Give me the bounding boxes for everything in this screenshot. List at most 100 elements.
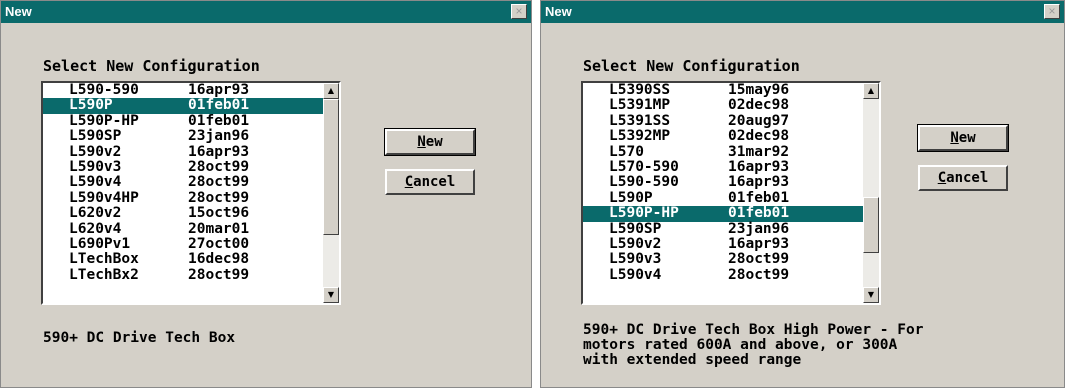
configuration-description: 590+ DC Drive Tech Box High Power - For …	[583, 322, 924, 368]
scroll-up-icon[interactable]: ▲	[323, 83, 339, 99]
new-button-label: New	[950, 130, 976, 146]
config-name: L590v3	[609, 251, 662, 268]
config-name: L590v2	[69, 143, 122, 160]
dialog-title: New	[5, 4, 32, 19]
list-item[interactable]: LTechBox 16dec98	[43, 251, 323, 268]
config-name: L590v4	[69, 174, 122, 191]
select-config-label: Select New Configuration	[43, 57, 260, 75]
config-date: 28oct99	[728, 266, 790, 283]
list-item[interactable]: L5391SS 20aug97	[583, 112, 863, 129]
config-date: 23jan96	[728, 220, 790, 237]
config-date: 16apr93	[728, 174, 790, 191]
config-name: LTechBx2	[69, 266, 139, 283]
config-date: 27oct00	[188, 235, 250, 252]
cancel-button-label: Cancel	[404, 174, 456, 190]
new-button-label: New	[417, 134, 443, 150]
title-bar[interactable]: New ×	[1, 1, 531, 23]
config-name: L590-590	[69, 83, 139, 98]
config-date: 01feb01	[728, 205, 790, 222]
config-date: 16apr93	[728, 235, 790, 252]
cancel-button-label: Cancel	[937, 170, 989, 186]
configuration-listbox[interactable]: L5390SS 15may96 L5391MP 02dec98 L5391SS 20aug…	[581, 81, 881, 305]
config-date: 20aug97	[728, 112, 790, 129]
list-item[interactable]: L5391MP 02dec98	[583, 97, 863, 114]
config-name: L570	[609, 143, 644, 160]
list-item[interactable]: L590-590 16apr93	[583, 174, 863, 191]
scrollbar-thumb[interactable]	[863, 197, 879, 253]
list-item[interactable]: L590v3 28oct99	[583, 251, 863, 268]
config-date: 31mar92	[728, 143, 790, 160]
list-item[interactable]: LTechBx2 28oct99	[43, 266, 323, 283]
list-item[interactable]: L590SP 23jan96	[583, 220, 863, 237]
config-date: 16apr93	[188, 143, 250, 160]
config-date: 28oct99	[188, 189, 250, 206]
scroll-up-icon[interactable]: ▲	[863, 83, 879, 99]
cancel-button[interactable]: Cancel	[918, 165, 1008, 191]
config-name: L590SP	[69, 128, 122, 145]
config-name: L620v2	[69, 205, 122, 222]
list-item[interactable]: L590v3 28oct99	[43, 158, 323, 175]
vertical-scrollbar[interactable]: ▲ ▼	[323, 83, 339, 303]
select-config-label: Select New Configuration	[583, 57, 800, 75]
close-icon[interactable]: ×	[1044, 4, 1060, 19]
config-date: 20mar01	[188, 220, 250, 237]
title-bar[interactable]: New ×	[541, 1, 1064, 23]
scroll-down-icon[interactable]: ▼	[863, 287, 879, 303]
list-item[interactable]: L590v2 16apr93	[43, 143, 323, 160]
config-date: 28oct99	[728, 251, 790, 268]
list-item[interactable]: L590v2 16apr93	[583, 235, 863, 252]
list-item[interactable]: L590SP 23jan96	[43, 128, 323, 145]
config-name: L590v4	[609, 266, 662, 283]
config-date: 15oct96	[188, 205, 250, 222]
config-date: 02dec98	[728, 128, 790, 145]
scrollbar-thumb[interactable]	[323, 99, 339, 235]
config-date: 02dec98	[728, 97, 790, 114]
list-item[interactable]: L590v4 28oct99	[43, 174, 323, 191]
vertical-scrollbar[interactable]: ▲ ▼	[863, 83, 879, 303]
new-config-dialog-right: New × Select New Configuration L5390SS 15…	[540, 0, 1065, 388]
list-item[interactable]: L590P 01feb01	[583, 189, 863, 206]
list-item[interactable]: L590v4HP 28oct99	[43, 189, 323, 206]
config-name: L590v3	[69, 158, 122, 175]
list-item[interactable]: L5392MP 02dec98	[583, 128, 863, 145]
config-name: L590P	[609, 189, 653, 206]
config-date: 01feb01	[728, 189, 790, 206]
config-name: L590SP	[609, 220, 662, 237]
list-item[interactable]: L690Pv1 27oct00	[43, 235, 323, 252]
new-button[interactable]: New	[917, 124, 1009, 152]
close-icon[interactable]: ×	[511, 4, 527, 19]
config-name: L5391SS	[609, 112, 671, 129]
scroll-down-icon[interactable]: ▼	[323, 287, 339, 303]
config-name: L570-590	[609, 158, 679, 175]
list-item[interactable]: L620v4 20mar01	[43, 220, 323, 237]
list-item[interactable]: L590-590 16apr93	[43, 83, 323, 98]
list-item[interactable]: L590v4 28oct99	[583, 266, 863, 283]
new-button[interactable]: New	[384, 128, 476, 156]
list-item[interactable]: L570-590 16apr93	[583, 158, 863, 175]
list-item[interactable]: L590P 01feb01	[43, 97, 323, 114]
config-name: L5391MP	[609, 97, 671, 114]
list-item[interactable]: L590P-HP 01feb01	[43, 112, 323, 129]
config-name: L5392MP	[609, 128, 671, 145]
config-date: 28oct99	[188, 266, 250, 283]
list-item[interactable]: L620v2 15oct96	[43, 205, 323, 222]
configuration-description: 590+ DC Drive Tech Box	[43, 330, 236, 346]
configuration-listbox[interactable]: L590-590 16apr93 L590P 01feb01 L590P-HP 01feb…	[41, 81, 341, 305]
list-item[interactable]: L570 31mar92	[583, 143, 863, 160]
config-date: 01feb01	[188, 112, 250, 129]
config-date: 28oct99	[188, 174, 250, 191]
list-item[interactable]: L5390SS 15may96	[583, 83, 863, 98]
config-name: L620v4	[69, 220, 122, 237]
config-name: L590P-HP	[609, 205, 679, 222]
config-date: 16apr93	[728, 158, 790, 175]
config-name: LTechBox	[69, 251, 139, 268]
config-name: L5390SS	[609, 83, 671, 98]
list-item[interactable]: L590P-HP 01feb01	[583, 205, 863, 222]
config-date: 16dec98	[188, 251, 250, 268]
config-name: L590P	[69, 97, 113, 114]
config-name: L590v4HP	[69, 189, 139, 206]
cancel-button[interactable]: Cancel	[385, 169, 475, 195]
config-name: L690Pv1	[69, 235, 131, 252]
dialog-title: New	[545, 4, 572, 19]
config-name: L590P-HP	[69, 112, 139, 129]
